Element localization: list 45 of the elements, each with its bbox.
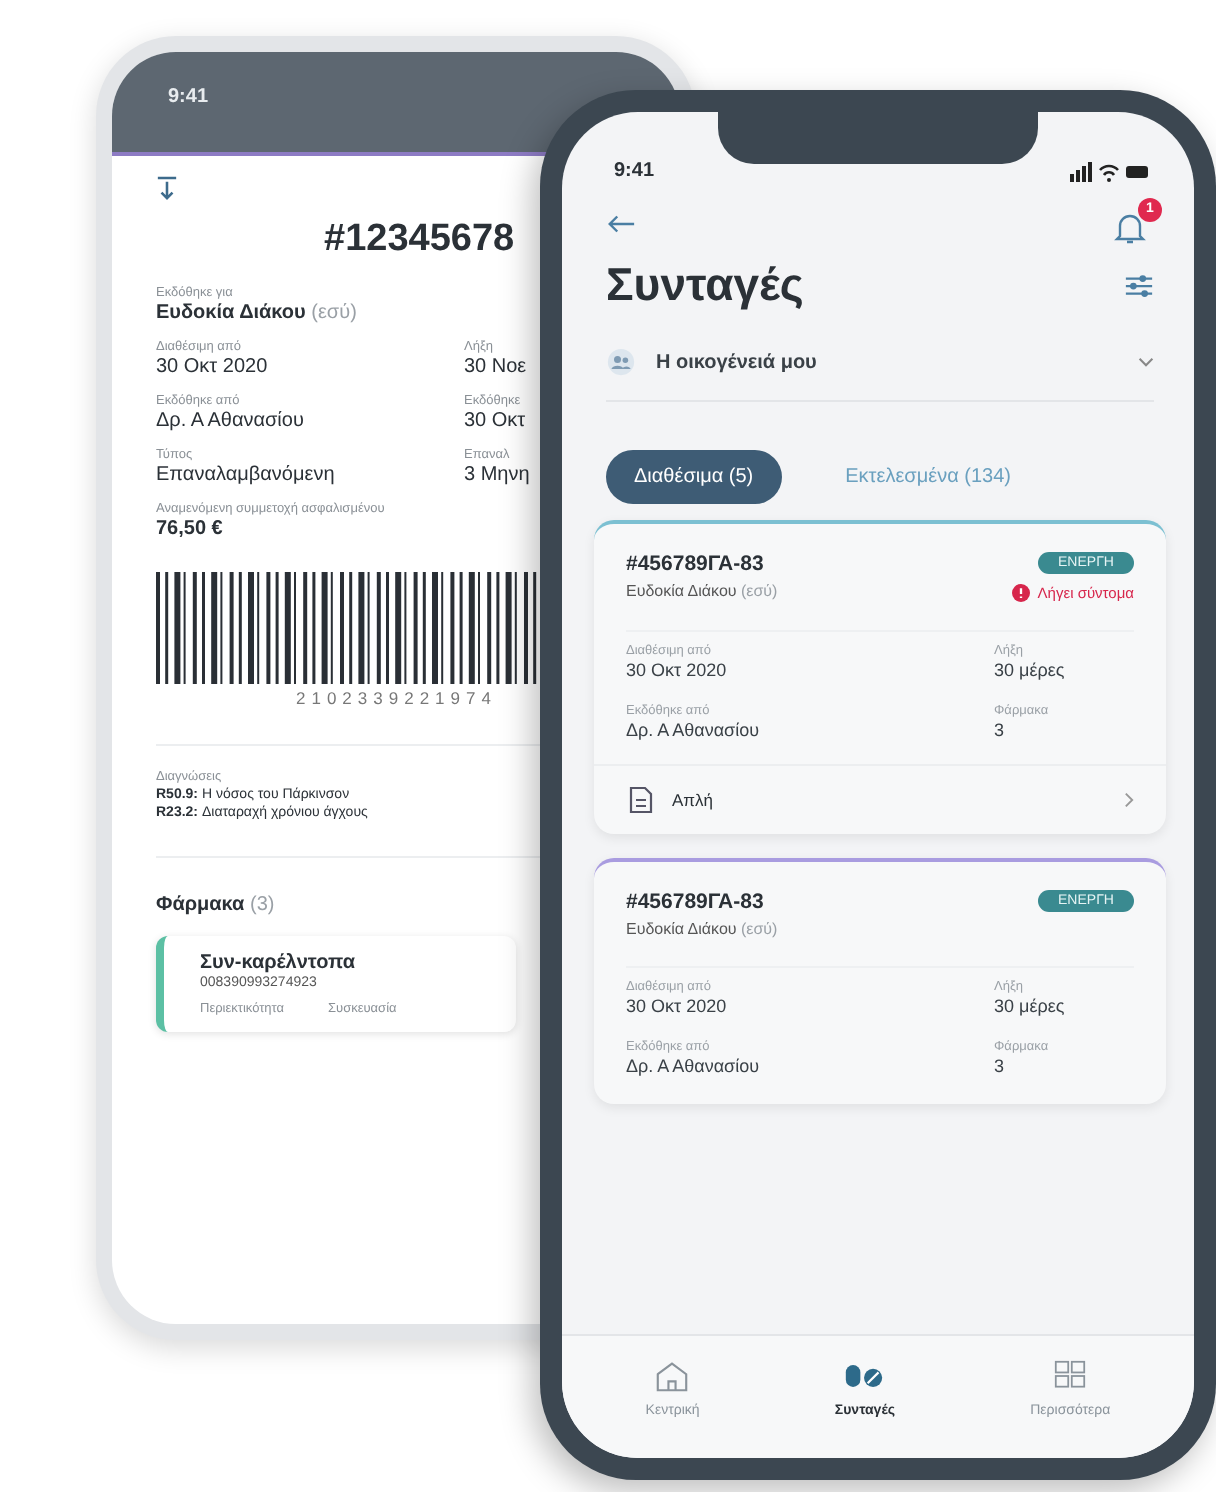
field-value: 76,50 € [156,518,225,540]
prescription-number: #12345678 [324,218,515,262]
status-time: 9:41 [168,86,209,108]
field-value: 30 μέρες [994,660,1067,680]
status-icons-drawing [1070,161,1150,181]
field-value: Δρ. Α Αθανασίου [626,1056,762,1076]
pills-icon [844,1360,885,1392]
prescription-type: Απλή [672,790,716,810]
prescription-number: #456789ΓΑ-83 [626,552,766,576]
filter-sliders-icon[interactable] [1124,271,1154,299]
prescription-number: #456789ΓΑ-83 [626,890,766,914]
field-value: 30 Οκτ 2020 [156,356,270,378]
field-value: 3 Μηνη [464,464,532,486]
document-icon [626,786,656,814]
field-value: Δρ. Α Αθανασίου [626,720,762,740]
field-value: 30 Οκτ 2020 [626,996,729,1016]
family-dropdown[interactable]: Η οικογένειά μου [606,348,1154,402]
drug-name: Συν-καρέλντοπα [200,952,357,974]
section-title: Φάρμακα [156,894,245,916]
download-icon [156,176,178,202]
bell-icon [1114,210,1146,246]
barcode-number: 2102339221974 [294,688,499,708]
back-arrow-icon[interactable] [606,210,636,238]
prescription-type-row[interactable]: Απλή [594,764,1166,834]
field-value: Ευδοκία Διάκου (εσύ) [156,302,359,324]
warning-icon [1011,584,1030,602]
chevron-down-icon [1138,356,1154,368]
patient-name: Ευδοκία Διάκου (εσύ) [626,582,778,600]
page-title: Συνταγές [606,258,804,312]
status-time: 9:41 [614,160,655,182]
field-value: 3 [994,1056,1007,1076]
tab[interactable]: Διαθέσιμα (5) [606,450,782,504]
chevron-right-icon [1124,792,1134,808]
patient-name: Ευδοκία Διάκου (εσύ) [626,920,778,938]
field-value: 30 Νοε [464,356,529,378]
field-value: 30 μέρες [994,996,1067,1016]
grid-icon [1050,1360,1091,1392]
drug-count: (3) [249,894,275,916]
field-value: 30 Οκτ 2020 [626,660,729,680]
family-icon [606,348,636,376]
field-value: 3 [994,720,1007,740]
home-icon [652,1360,693,1392]
field-value: Επαναλαμβανόμενη [156,464,337,486]
field-value: Δρ. Α Αθανασίου [156,410,306,432]
field-value: 30 Οκτ [464,410,528,432]
